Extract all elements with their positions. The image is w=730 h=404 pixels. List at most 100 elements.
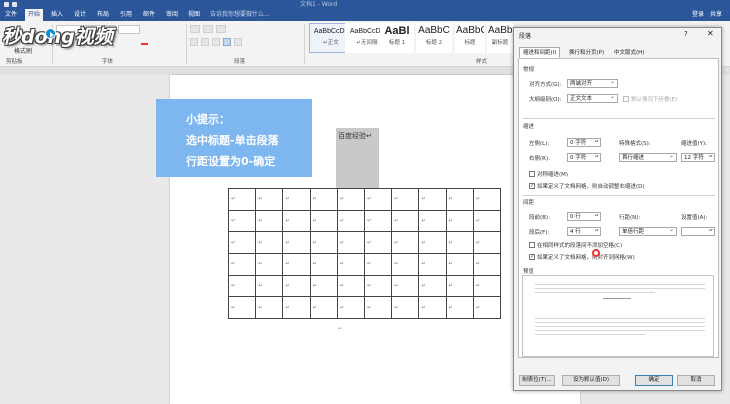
- style-heading-2[interactable]: AaBbC 标题 2: [416, 23, 452, 53]
- tab-layout[interactable]: 布局: [94, 9, 112, 21]
- table-cell[interactable]: ↵: [336, 296, 365, 320]
- table-cell[interactable]: ↵: [445, 231, 474, 255]
- table-cell[interactable]: ↵: [391, 296, 420, 320]
- table-cell[interactable]: ↵: [472, 296, 501, 320]
- table-cell[interactable]: ↵: [418, 253, 447, 276]
- tab-home[interactable]: 开始: [25, 9, 44, 21]
- table-cell[interactable]: ↵: [472, 253, 501, 276]
- table-cell[interactable]: ↵: [472, 231, 501, 255]
- table-cell[interactable]: ↵: [363, 188, 393, 211]
- undo-icon[interactable]: [12, 2, 17, 7]
- table-cell[interactable]: ↵: [282, 296, 311, 320]
- style-title[interactable]: AaBbC 标题: [455, 23, 485, 53]
- table-cell[interactable]: ↵: [282, 209, 311, 233]
- table-cell[interactable]: ↵: [445, 188, 474, 211]
- alignment-select[interactable]: 两端对齐: [567, 79, 618, 88]
- indent-right-spinner[interactable]: 0 字符: [567, 153, 601, 162]
- cancel-button[interactable]: 取消: [677, 375, 715, 386]
- outline-level-select[interactable]: 正文文本: [567, 94, 618, 103]
- tab-line-page-breaks[interactable]: 换行和分页(P): [565, 47, 608, 58]
- table-cell[interactable]: ↵: [309, 274, 338, 298]
- table-cell[interactable]: ↵: [363, 274, 393, 298]
- table-cell[interactable]: ↵: [336, 231, 365, 255]
- table-cell[interactable]: ↵: [282, 231, 311, 255]
- auto-right-indent-checkbox[interactable]: ✓: [529, 183, 535, 189]
- selected-text-block[interactable]: 百度经验↵: [336, 128, 379, 188]
- bullets-icon[interactable]: [190, 25, 200, 33]
- line-spacing-at-spinner[interactable]: [681, 227, 715, 236]
- tab-file[interactable]: 文件: [2, 9, 20, 21]
- collapse-checkbox[interactable]: [623, 96, 629, 102]
- numbering-icon[interactable]: [203, 25, 213, 33]
- table-cell[interactable]: ↵: [418, 209, 447, 233]
- close-icon[interactable]: ✕: [707, 29, 714, 38]
- table-cell[interactable]: ↵: [472, 274, 501, 298]
- ok-button[interactable]: 确定: [635, 375, 673, 386]
- tab-insert[interactable]: 插入: [48, 9, 66, 21]
- space-before-spinner[interactable]: 0 行: [567, 212, 601, 221]
- set-default-button[interactable]: 设为默认值(D): [562, 375, 620, 386]
- table-cell[interactable]: ↵: [227, 274, 257, 298]
- line-spacing-select[interactable]: 单倍行距: [619, 227, 677, 236]
- table-cell[interactable]: ↵: [391, 188, 420, 211]
- table-cell[interactable]: ↵: [282, 274, 311, 298]
- tab-design[interactable]: 设计: [71, 9, 89, 21]
- table-cell[interactable]: ↵: [391, 253, 420, 276]
- align-left-icon[interactable]: [190, 38, 198, 46]
- table-cell[interactable]: ↵: [418, 296, 447, 320]
- table-cell[interactable]: ↵: [282, 253, 311, 276]
- table-cell[interactable]: ↵: [309, 253, 338, 276]
- table-cell[interactable]: ↵: [363, 209, 393, 233]
- save-icon[interactable]: [4, 2, 9, 7]
- table-cell[interactable]: ↵: [336, 253, 365, 276]
- table-cell[interactable]: ↵: [227, 296, 257, 320]
- table-cell[interactable]: ↵: [418, 231, 447, 255]
- table-cell[interactable]: ↵: [336, 188, 365, 211]
- align-center-icon[interactable]: [201, 38, 209, 46]
- table-cell[interactable]: ↵: [309, 188, 338, 211]
- indent-by-spinner[interactable]: 12 字符: [681, 153, 715, 162]
- table-cell[interactable]: ↵: [227, 253, 257, 276]
- help-icon[interactable]: ?: [684, 30, 688, 38]
- table-cell[interactable]: ↵: [336, 274, 365, 298]
- tab-asian-typography[interactable]: 中文版式(H): [610, 47, 648, 58]
- font-color-icon[interactable]: [140, 38, 148, 46]
- multilevel-list-icon[interactable]: [216, 25, 226, 33]
- table-cell[interactable]: ↵: [391, 209, 420, 233]
- table-cell[interactable]: ↵: [255, 296, 284, 320]
- table-cell[interactable]: ↵: [445, 296, 474, 320]
- sign-in-link[interactable]: 登录: [692, 9, 704, 21]
- table-cell[interactable]: ↵: [445, 274, 474, 298]
- line-spacing-icon[interactable]: [234, 38, 242, 46]
- mirror-indents-checkbox[interactable]: [529, 171, 535, 177]
- table-cell[interactable]: ↵: [255, 188, 284, 211]
- table-cell[interactable]: ↵: [309, 296, 338, 320]
- table-cell[interactable]: ↵: [227, 231, 257, 255]
- table-cell[interactable]: ↵: [227, 188, 257, 211]
- table-cell[interactable]: ↵: [363, 231, 393, 255]
- table-cell[interactable]: ↵: [282, 188, 311, 211]
- tab-review[interactable]: 审阅: [163, 9, 181, 21]
- table-cell[interactable]: ↵: [418, 274, 447, 298]
- table-cell[interactable]: ↵: [363, 296, 393, 320]
- table-cell[interactable]: ↵: [255, 231, 284, 255]
- justify-icon[interactable]: [223, 38, 231, 46]
- share-button[interactable]: 共享: [710, 9, 722, 21]
- no-space-same-style-checkbox[interactable]: [529, 242, 535, 248]
- special-indent-select[interactable]: 首行缩进: [619, 153, 677, 162]
- table-cell[interactable]: ↵: [309, 231, 338, 255]
- table-cell[interactable]: ↵: [445, 253, 474, 276]
- align-right-icon[interactable]: [212, 38, 220, 46]
- table-cell[interactable]: ↵: [445, 209, 474, 233]
- space-after-spinner[interactable]: 4 行: [567, 227, 601, 236]
- style-heading-1[interactable]: AaBl 标题 1: [380, 23, 414, 53]
- tell-me-box[interactable]: 告诉我你想要做什么...: [210, 9, 270, 21]
- table-cell[interactable]: ↵: [255, 274, 284, 298]
- snap-to-grid-checkbox[interactable]: ✓: [529, 254, 535, 260]
- table-cell[interactable]: ↵: [472, 188, 501, 211]
- tab-references[interactable]: 引用: [117, 9, 135, 21]
- tab-mailings[interactable]: 邮件: [140, 9, 158, 21]
- table-cell[interactable]: ↵: [255, 209, 284, 233]
- table-cell[interactable]: ↵: [391, 231, 420, 255]
- table-cell[interactable]: ↵: [227, 209, 257, 233]
